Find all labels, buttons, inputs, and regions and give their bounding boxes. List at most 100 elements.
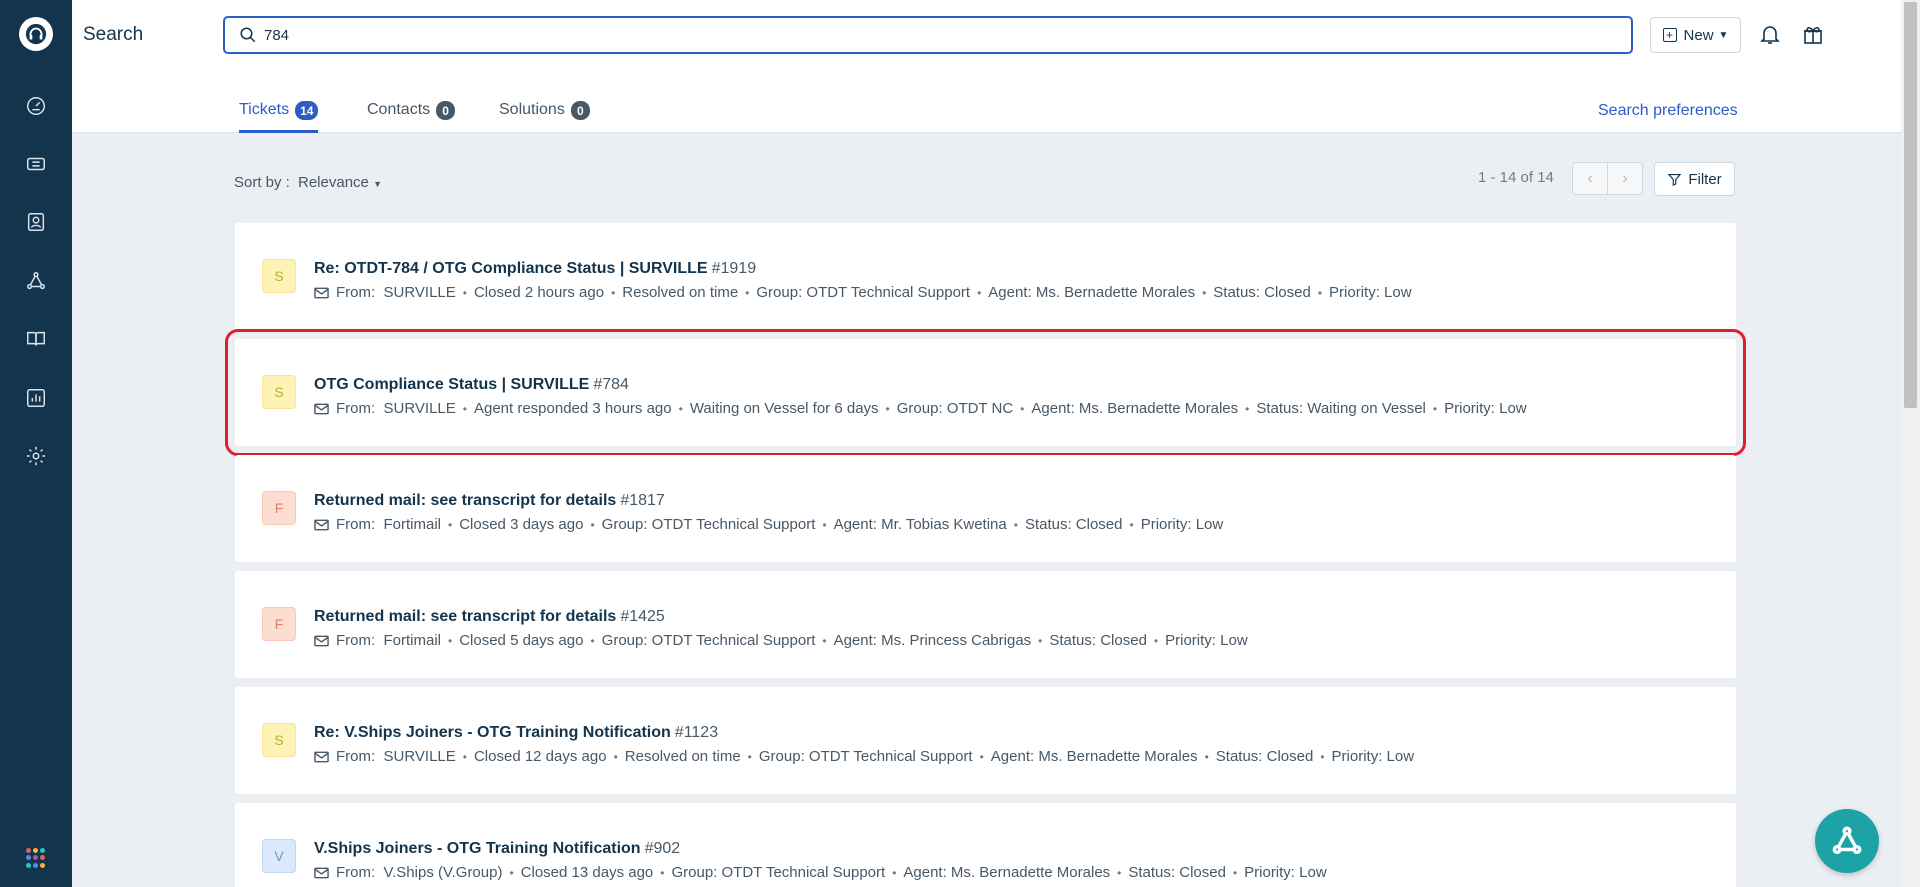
sort-dropdown[interactable]: Relevance ▼ (298, 174, 382, 191)
ticket-subject: Re: V.Ships Joiners - OTG Training Notif… (314, 724, 671, 741)
top-header: Search + New ▼ M (72, 0, 1920, 69)
tickets-icon[interactable] (23, 151, 49, 177)
ticket-title[interactable]: Returned mail: see transcript for detail… (314, 608, 665, 626)
chevron-left-icon: ‹ (1587, 169, 1593, 187)
tab-label: Solutions (499, 101, 565, 118)
next-page-button[interactable]: › (1607, 162, 1643, 195)
meta-item: Status: Closed (1024, 516, 1123, 533)
tab-bar: Tickets 14 Contacts 0 Solutions 0 Search… (72, 69, 1901, 133)
meta-separator: • (611, 285, 616, 300)
gift-icon[interactable] (1799, 20, 1827, 48)
meta-item: Agent responded 3 hours ago (473, 400, 672, 417)
social-icon[interactable] (23, 268, 49, 294)
meta-item: Agent: Ms. Bernadette Morales (990, 748, 1198, 765)
meta-separator: • (1038, 633, 1043, 648)
settings-icon[interactable] (23, 443, 49, 469)
meta-separator: • (462, 285, 467, 300)
sort-label: Sort by : (234, 174, 290, 191)
tab-count-badge: 14 (295, 101, 319, 120)
new-button[interactable]: + New ▼ (1650, 17, 1741, 53)
ticket-card[interactable]: F Returned mail: see transcript for deta… (235, 571, 1736, 678)
meta-separator: • (462, 749, 467, 764)
meta-separator: • (1317, 285, 1323, 300)
ticket-title[interactable]: Re: V.Ships Joiners - OTG Training Notif… (314, 724, 718, 742)
meta-separator: • (590, 517, 595, 532)
ticket-title[interactable]: V.Ships Joiners - OTG Training Notificat… (314, 840, 680, 858)
ticket-meta: From: V.Ships (V.Group) • Closed 13 days a… (314, 864, 1327, 881)
meta-separator: • (660, 865, 665, 880)
ticket-card[interactable]: S Re: OTDT-784 / OTG Compliance Status |… (235, 223, 1736, 330)
ticket-meta: From: Fortimail • Closed 5 days ago • Group:… (314, 632, 1248, 649)
meta-separator: • (885, 401, 890, 416)
meta-item: Resolved on time (624, 748, 741, 765)
tab-label: Tickets (239, 101, 290, 118)
meta-separator: • (1117, 865, 1122, 880)
page-scrollbar[interactable] (1901, 0, 1920, 887)
filter-icon (1667, 173, 1682, 186)
reports-icon[interactable] (23, 385, 49, 411)
prev-page-button[interactable]: ‹ (1572, 162, 1608, 195)
tab-contacts[interactable]: Contacts 0 (367, 101, 456, 133)
sidebar (0, 0, 72, 887)
ticket-card[interactable]: S OTG Compliance Status | SURVILLE #784 F… (225, 329, 1746, 456)
meta-item: From: Fortimail (336, 516, 441, 533)
ticket-subject: Returned mail: see transcript for detail… (314, 492, 617, 509)
ticket-meta: From: SURVILLE • Agent responded 3 hours a… (314, 400, 1527, 417)
meta-item: Closed 13 days ago (520, 864, 654, 881)
solutions-icon[interactable] (23, 326, 49, 352)
meta-item: Status: Waiting on Vessel (1256, 400, 1426, 417)
meta-item: Agent: Ms. Bernadette Morales (1031, 400, 1239, 417)
meta-item: Agent: Mr. Tobias Kwetina (833, 516, 1007, 533)
meta-separator: • (979, 749, 984, 764)
help-widget-button[interactable] (1815, 809, 1879, 873)
meta-item: Waiting on Vessel for 6 days (689, 400, 879, 417)
meta-item: Priority: Low (1329, 284, 1412, 301)
meta-item: From: SURVILLE (336, 284, 456, 301)
meta-separator: • (745, 285, 750, 300)
chevron-right-icon: › (1622, 169, 1628, 187)
ticket-title[interactable]: Returned mail: see transcript for detail… (314, 492, 665, 510)
meta-item: Status: Closed (1213, 284, 1311, 301)
meta-item: Group: OTDT Technical Support (756, 284, 971, 301)
scrollbar-thumb[interactable] (1904, 2, 1917, 408)
meta-item: Group: OTDT NC (896, 400, 1014, 417)
mail-icon (314, 635, 329, 647)
apps-grid-icon[interactable] (26, 848, 46, 868)
meta-item: Resolved on time (622, 284, 739, 301)
meta-item: Priority: Low (1244, 864, 1327, 881)
meta-separator: • (1020, 401, 1025, 416)
meta-separator: • (448, 633, 453, 648)
ticket-number: #784 (593, 376, 629, 393)
search-box[interactable] (223, 16, 1633, 54)
meta-separator: • (892, 865, 897, 880)
page-title: Search (83, 24, 144, 45)
requester-avatar: S (262, 259, 296, 293)
ticket-title[interactable]: OTG Compliance Status | SURVILLE #784 (314, 376, 629, 394)
dashboard-icon[interactable] (23, 93, 49, 119)
tab-count-badge: 0 (570, 101, 590, 120)
filter-label: Filter (1688, 170, 1722, 188)
ticket-card[interactable]: F Returned mail: see transcript for deta… (235, 455, 1736, 562)
meta-item: From: SURVILLE (336, 748, 456, 765)
ticket-card[interactable]: S Re: V.Ships Joiners - OTG Training Not… (235, 687, 1736, 794)
mail-icon (314, 751, 329, 763)
ticket-title[interactable]: Re: OTDT-784 / OTG Compliance Status | S… (314, 260, 756, 278)
search-input[interactable] (264, 26, 1604, 44)
meta-item: Group: OTDT Technical Support (758, 748, 973, 765)
meta-item: Group: OTDT Technical Support (601, 516, 816, 533)
ticket-card[interactable]: V V.Ships Joiners - OTG Training Notific… (235, 803, 1736, 887)
tab-solutions[interactable]: Solutions 0 (499, 101, 590, 133)
meta-item: Status: Closed (1215, 748, 1314, 765)
meta-item: From: SURVILLE (336, 400, 456, 417)
meta-separator: • (822, 633, 827, 648)
tab-count-badge: 0 (436, 101, 456, 120)
meta-separator: • (462, 401, 467, 416)
logo-icon[interactable] (19, 17, 53, 51)
ticket-number: #1817 (620, 492, 665, 509)
bell-icon[interactable] (1756, 20, 1784, 48)
search-preferences-link[interactable]: Search preferences (1598, 102, 1738, 120)
filter-button[interactable]: Filter (1654, 162, 1735, 196)
tab-tickets[interactable]: Tickets 14 (239, 101, 319, 133)
meta-separator: • (1153, 633, 1159, 648)
contacts-icon[interactable] (23, 209, 49, 235)
